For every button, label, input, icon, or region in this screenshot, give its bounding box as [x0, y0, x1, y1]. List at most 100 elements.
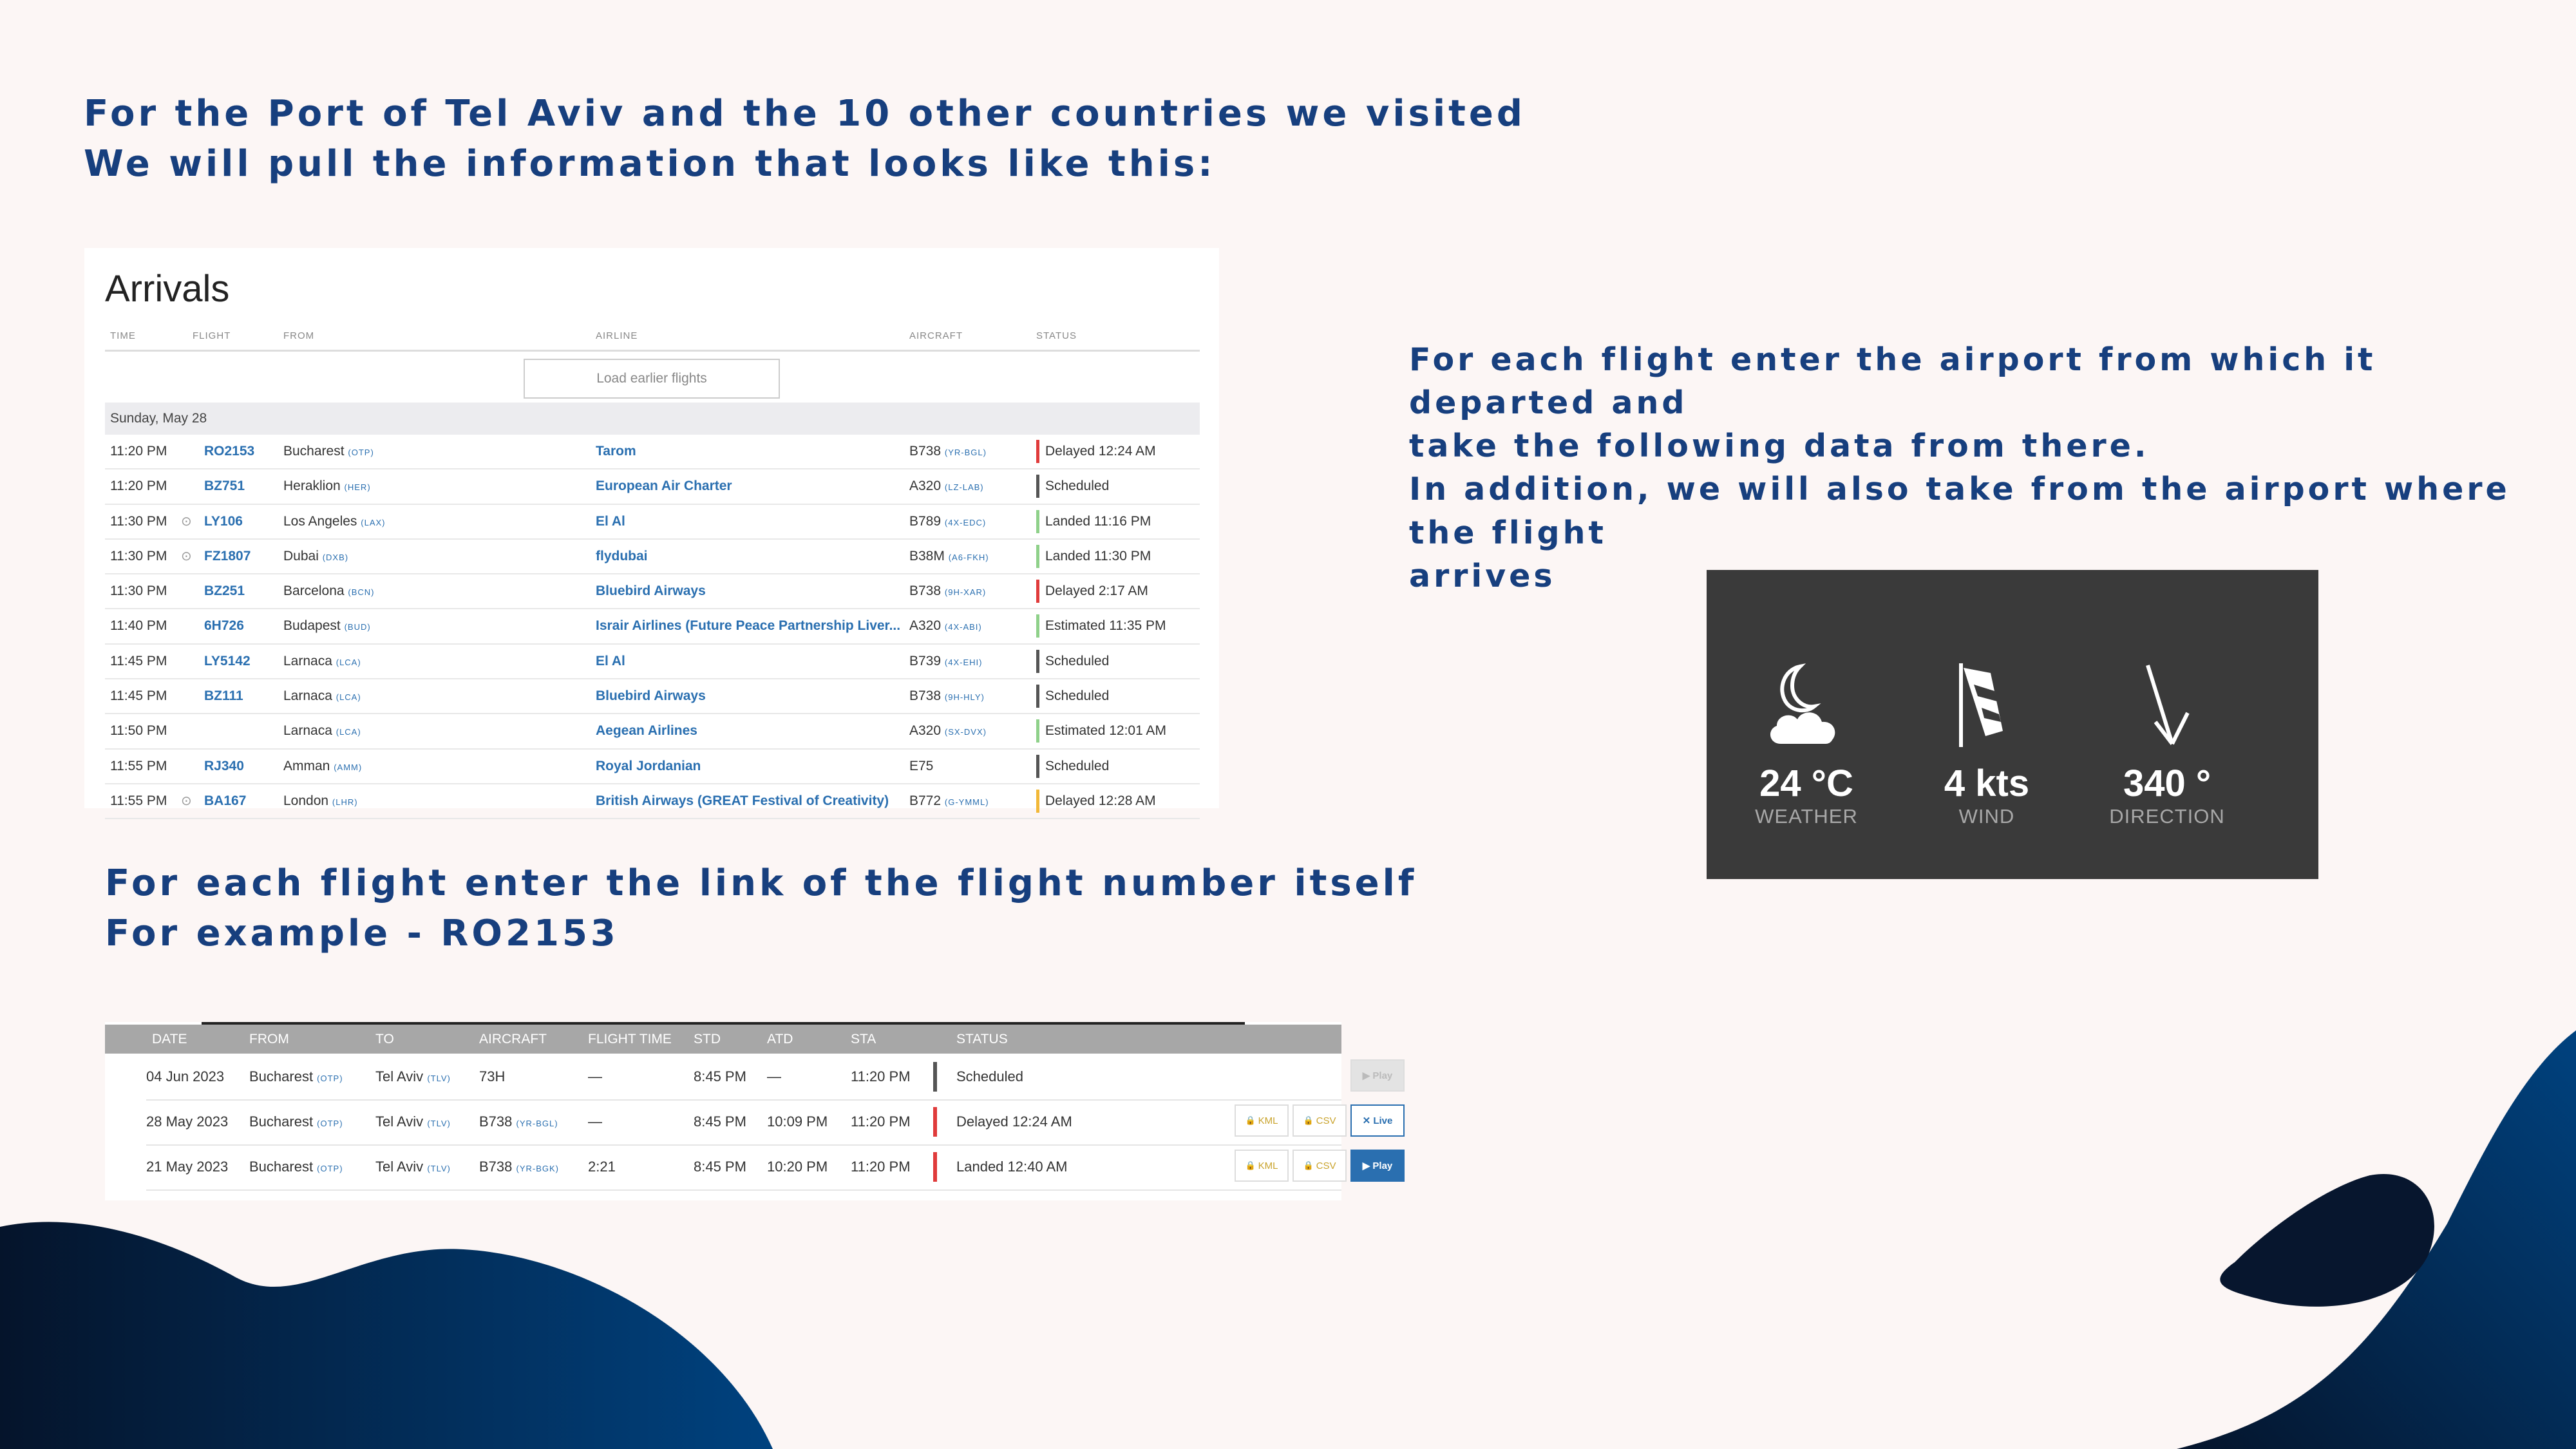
weather-label: WEATHER — [1755, 805, 1858, 828]
column-header: FROM — [249, 1032, 289, 1046]
origin-code[interactable]: (LAX) — [361, 518, 385, 527]
airline-link[interactable]: Royal Jordanian — [596, 750, 701, 783]
aircraft-registration[interactable]: (4X-ABI) — [945, 622, 982, 632]
status-indicator — [1036, 440, 1039, 463]
airline-link[interactable]: flydubai — [596, 540, 648, 573]
live-flight-icon[interactable]: ⊙ — [181, 540, 192, 573]
flight-status: Landed 12:40 AM — [956, 1159, 1068, 1175]
origin-code[interactable]: (BUD) — [345, 622, 371, 632]
origin-code[interactable]: (BCN) — [348, 587, 374, 597]
live-flight-icon[interactable]: ⊙ — [181, 784, 192, 818]
aircraft-registration[interactable]: (9H-XAR) — [945, 587, 986, 597]
origin-code[interactable]: (LCA) — [336, 727, 361, 737]
aircraft: A320 (4X-ABI) — [909, 609, 982, 644]
live-flight-icon[interactable]: ⊙ — [181, 505, 192, 538]
arrival-time: 11:55 PM — [110, 758, 167, 773]
airline-link[interactable]: British Airways (GREAT Festival of Creat… — [596, 784, 889, 818]
origin-code[interactable]: (LCA) — [336, 658, 361, 667]
column-header: STATUS — [1036, 330, 1077, 341]
kml-download-button[interactable]: 🔒 KML — [1235, 1104, 1289, 1137]
status-indicator — [1036, 719, 1039, 743]
weather-widget: 24 °C WEATHER 4 kts WIND 340 ° DIRECTION — [1707, 570, 2318, 879]
column-header: FLIGHT — [193, 330, 231, 341]
csv-download-button[interactable]: 🔒 CSV — [1293, 1104, 1347, 1137]
aircraft-type: B38M — [909, 548, 949, 564]
origin-code[interactable]: (OTP) — [317, 1164, 343, 1173]
flight-number-link[interactable]: LY5142 — [204, 645, 251, 678]
aircraft-registration[interactable]: (4X-EDC) — [945, 518, 986, 527]
flight-number-link[interactable]: RO2153 — [204, 435, 254, 468]
arrival-row[interactable]: 11:50 PM Larnaca (LCA) Aegean Airlines A320… — [105, 714, 1200, 750]
origin-code[interactable]: (LCA) — [336, 692, 361, 702]
aircraft-registration[interactable]: (4X-EHI) — [945, 658, 983, 667]
history-row: 04 Jun 2023 Bucharest (OTP) Tel Aviv (TLV)… — [146, 1054, 1405, 1101]
origin-code[interactable]: (HER) — [345, 482, 371, 492]
flight-number-link[interactable]: BZ251 — [204, 574, 245, 608]
arrival-row[interactable]: 11:30 PM ⊙ LY106 Los Angeles (LAX) El Al B789… — [105, 505, 1200, 540]
csv-download-button[interactable]: 🔒 CSV — [1293, 1150, 1347, 1182]
destination-code[interactable]: (TLV) — [427, 1119, 451, 1128]
origin-code[interactable]: (AMM) — [334, 762, 362, 772]
aircraft: B789 (4X-EDC) — [909, 505, 986, 540]
arrival-row[interactable]: 11:55 PM RJ340 Amman (AMM) Royal Jordanian E… — [105, 750, 1200, 784]
airline-link[interactable]: El Al — [596, 505, 625, 538]
aircraft-registration[interactable]: (SX-DVX) — [945, 727, 987, 737]
aircraft: B738 (YR-BGL) — [479, 1099, 558, 1146]
arrival-row[interactable]: 11:30 PM ⊙ FZ1807 Dubai (DXB) flydubai B38M (… — [105, 540, 1200, 575]
playback-button[interactable]: ▶ Play — [1350, 1150, 1405, 1182]
flight-number-link[interactable]: LY106 — [204, 505, 243, 538]
destination-city: Tel Aviv — [375, 1113, 428, 1130]
arrival-row[interactable]: 11:55 PM ⊙ BA167 London (LHR) British Airway… — [105, 784, 1200, 820]
status-indicator — [1036, 685, 1039, 708]
flight-number-link[interactable]: 6H726 — [204, 609, 244, 643]
arrival-row[interactable]: 11:40 PM 6H726 Budapest (BUD) Israir Airlin… — [105, 609, 1200, 645]
aircraft-registration[interactable]: (G-YMML) — [945, 797, 989, 807]
origin-code[interactable]: (DXB) — [323, 553, 348, 562]
airline-link[interactable]: Israir Airlines (Future Peace Partnershi… — [596, 609, 900, 643]
airline-link[interactable]: Bluebird Airways — [596, 679, 706, 713]
flight-number-link[interactable]: RJ340 — [204, 750, 244, 783]
flight-number-link[interactable]: BZ111 — [204, 679, 243, 713]
aircraft-registration[interactable]: (9H-HLY) — [945, 692, 985, 702]
aircraft-registration[interactable]: (YR-BGK) — [516, 1164, 560, 1173]
arrival-row[interactable]: 11:45 PM LY5142 Larnaca (LCA) El Al B739 (4X… — [105, 645, 1200, 680]
lock-icon: 🔒 — [1245, 1160, 1256, 1170]
status-indicator — [1036, 789, 1039, 813]
flight-number-link[interactable]: FZ1807 — [204, 540, 251, 573]
aircraft-registration[interactable]: (YR-BGL) — [945, 448, 987, 457]
arrival-time: 11:45 PM — [110, 688, 167, 704]
flight-number-link[interactable]: BA167 — [204, 784, 246, 818]
aircraft-type: E75 — [909, 758, 934, 773]
flight-number-link[interactable]: BZ751 — [204, 469, 245, 503]
arrival-row[interactable]: 11:20 PM BZ751 Heraklion (HER) European Air… — [105, 469, 1200, 505]
origin-code[interactable]: (OTP) — [317, 1119, 343, 1128]
destination-code[interactable]: (TLV) — [427, 1074, 451, 1083]
aircraft: 73H — [479, 1054, 505, 1101]
kml-download-button[interactable]: 🔒 KML — [1235, 1150, 1289, 1182]
airline-link[interactable]: Tarom — [596, 435, 636, 468]
airline-link[interactable]: El Al — [596, 645, 625, 678]
column-header: AIRCRAFT — [909, 330, 963, 341]
airline-link[interactable]: Aegean Airlines — [596, 714, 697, 748]
aircraft-registration[interactable]: (YR-BGL) — [516, 1119, 558, 1128]
airline-link[interactable]: European Air Charter — [596, 469, 732, 503]
origin-airport: Dubai (DXB) — [283, 540, 348, 574]
aircraft: B738 (9H-XAR) — [909, 574, 986, 609]
playback-button[interactable]: ✕ Live — [1350, 1104, 1405, 1137]
destination-city: Tel Aviv — [375, 1159, 428, 1175]
origin-code[interactable]: (LHR) — [332, 797, 358, 807]
arrival-row[interactable]: 11:30 PM BZ251 Barcelona (BCN) Bluebird Air… — [105, 574, 1200, 610]
flight-time: — — [588, 1068, 602, 1084]
load-earlier-button[interactable]: Load earlier flights — [524, 359, 780, 399]
aircraft-registration[interactable]: (LZ-LAB) — [945, 482, 984, 492]
arrival-row[interactable]: 11:20 PM RO2153 Bucharest (OTP) Tarom B738 (… — [105, 435, 1200, 470]
decorative-wave-left — [0, 1222, 773, 1449]
origin-code[interactable]: (OTP) — [317, 1074, 343, 1083]
origin-code[interactable]: (OTP) — [348, 448, 374, 457]
origin-city: Larnaca — [283, 688, 336, 704]
playback-button[interactable]: ▶ Play — [1350, 1059, 1405, 1092]
airline-link[interactable]: Bluebird Airways — [596, 574, 706, 608]
aircraft-registration[interactable]: (A6-FKH) — [949, 553, 989, 562]
arrival-row[interactable]: 11:45 PM BZ111 Larnaca (LCA) Bluebird Airwa… — [105, 679, 1200, 715]
destination-code[interactable]: (TLV) — [427, 1164, 451, 1173]
